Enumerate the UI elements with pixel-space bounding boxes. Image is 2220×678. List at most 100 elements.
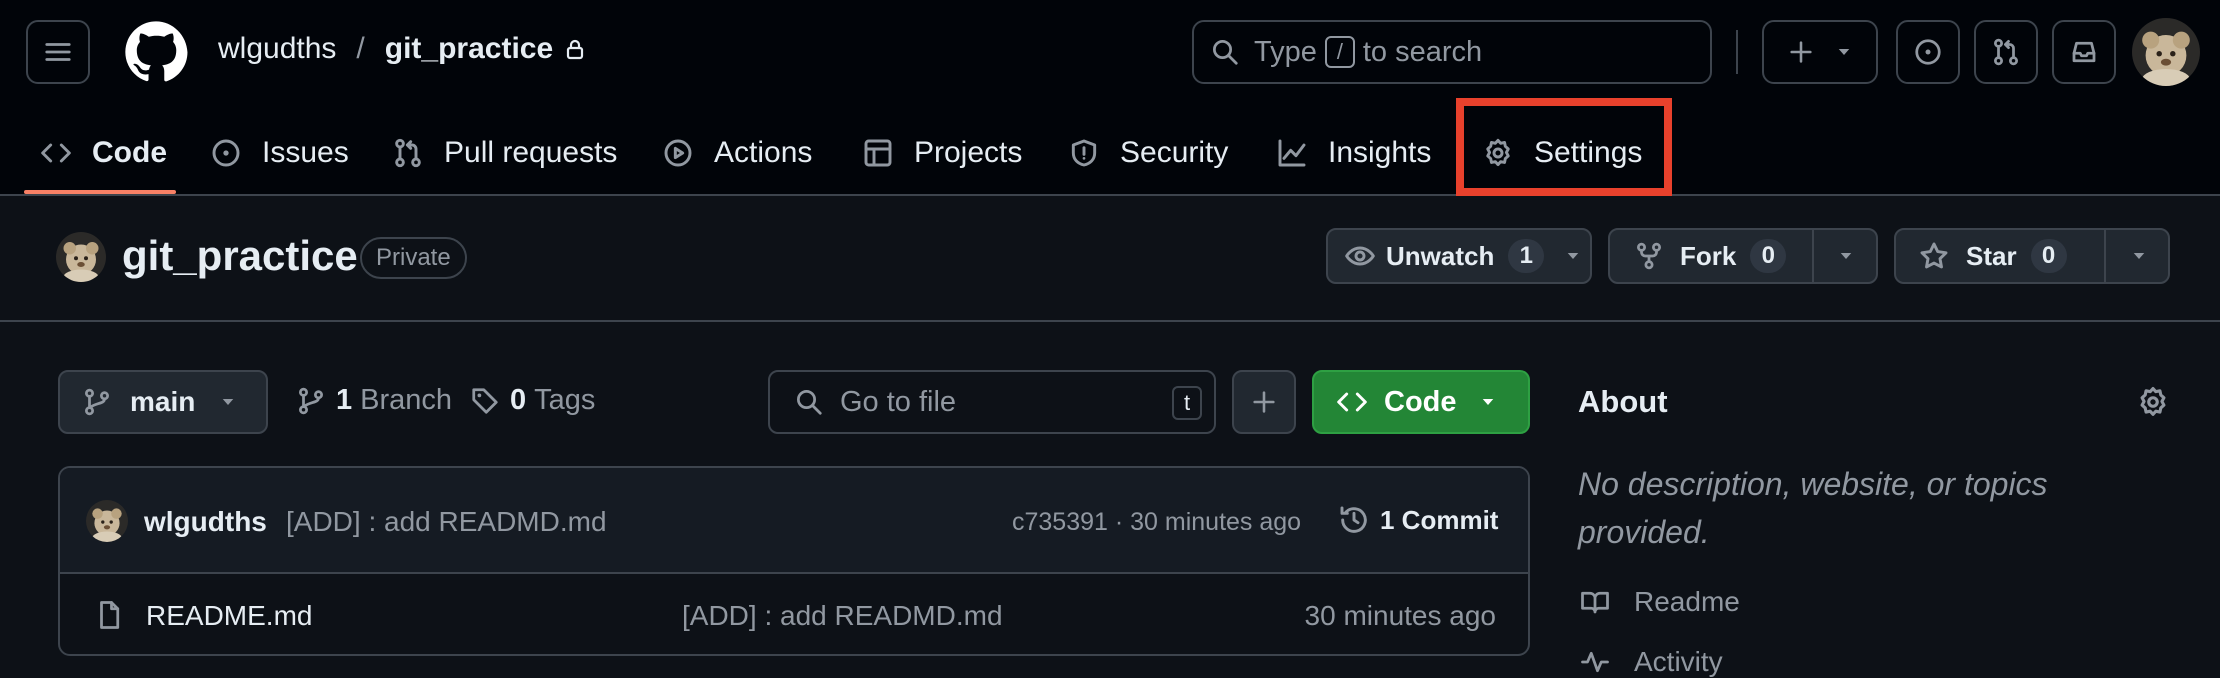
tab-pull-requests[interactable]: Pull requests <box>392 110 617 196</box>
go-to-file-input[interactable]: Go to file t <box>768 370 1216 434</box>
pulse-icon <box>1581 651 1609 673</box>
file-table: wlgudths [ADD] : add READMD.md c735391 ·… <box>58 466 1530 656</box>
commit-hash-time[interactable]: c735391 · 30 minutes ago <box>1012 508 1301 537</box>
issue-icon <box>212 139 240 167</box>
tab-label: Issues <box>262 136 349 169</box>
add-file-button[interactable] <box>1232 370 1296 434</box>
commit-author[interactable]: wlgudths <box>144 506 267 538</box>
caret-down-icon <box>1568 253 1579 259</box>
global-header: wlgudths / git_practice Type / to search… <box>0 0 2220 196</box>
graph-icon <box>1278 139 1306 167</box>
search-type-label: Type <box>1254 35 1317 68</box>
caret-down-icon[interactable] <box>1837 247 1855 265</box>
inbox-icon <box>2072 41 2096 63</box>
menu-button[interactable] <box>26 20 90 84</box>
tab-label: Security <box>1120 136 1229 169</box>
github-logo-icon[interactable] <box>124 20 188 84</box>
issues-button[interactable] <box>1896 20 1960 84</box>
go-to-file-placeholder: Go to file <box>840 385 957 418</box>
fork-icon <box>1637 242 1661 270</box>
book-icon <box>1581 591 1609 614</box>
hamburger-icon <box>45 43 71 61</box>
search-icon <box>1213 40 1238 65</box>
branch-label: Branch <box>360 384 453 416</box>
tab-actions[interactable]: Actions <box>662 110 812 196</box>
repo-title[interactable]: git_practice <box>122 232 358 280</box>
pull-request-icon <box>395 138 421 168</box>
about-description: No description, website, or topics provi… <box>1578 466 2048 550</box>
tab-label: Pull requests <box>444 136 618 169</box>
caret-down-icon[interactable] <box>2130 247 2148 265</box>
star-button[interactable]: Star 0 <box>1894 228 2170 284</box>
inbox-button[interactable] <box>2052 20 2116 84</box>
star-icon <box>1920 242 1948 269</box>
file-commit-time: 30 minutes ago <box>1304 600 1496 631</box>
search-input[interactable]: Type / to search <box>1192 20 1712 84</box>
search-shortcut-key: / <box>1324 36 1355 68</box>
watch-count: 1 <box>1508 239 1545 273</box>
settings-highlight-box <box>1456 98 1672 196</box>
repo-link[interactable]: git_practice <box>385 32 553 66</box>
unwatch-button[interactable]: Unwatch 1 <box>1326 228 1592 284</box>
plus-icon <box>1790 41 1812 63</box>
fork-button[interactable]: Fork 0 <box>1608 228 1878 284</box>
tab-label: Actions <box>714 136 813 169</box>
code-icon <box>41 143 71 163</box>
code-dropdown-button[interactable]: Code <box>1312 370 1530 434</box>
branch-count: 1 <box>336 384 353 416</box>
user-avatar[interactable] <box>2132 18 2200 86</box>
branch-selector[interactable]: main <box>58 370 268 434</box>
table-row[interactable]: README.md [ADD] : add READMD.md 30 minut… <box>60 574 1528 654</box>
branch-name: main <box>130 386 196 417</box>
table-icon <box>864 139 892 167</box>
tab-code[interactable]: Code <box>40 110 167 196</box>
lock-icon <box>567 39 584 60</box>
commit-count-label: 1 Commit <box>1380 504 1499 535</box>
tab-projects[interactable]: Projects <box>862 110 1022 196</box>
go-to-file-shortcut: t <box>1172 386 1202 420</box>
tag-count: 0 <box>510 384 527 416</box>
owner-link[interactable]: wlgudths <box>218 32 336 66</box>
history-icon <box>1340 506 1367 533</box>
search-suffix: to search <box>1362 35 1483 68</box>
tab-insights[interactable]: Insights <box>1276 110 1431 196</box>
activity-link[interactable]: Activity <box>1578 646 1723 678</box>
about-heading: About <box>1578 384 1668 419</box>
repo-nav: Code Issues Pull requests Actions Projec… <box>0 110 2220 196</box>
branch-icon <box>299 387 323 414</box>
commit-author-avatar[interactable] <box>86 500 128 542</box>
create-new-button[interactable] <box>1762 20 1878 84</box>
tag-icon <box>472 387 498 414</box>
code-icon <box>1337 392 1367 412</box>
tab-label: Code <box>92 136 167 169</box>
pull-requests-button[interactable] <box>1974 20 2038 84</box>
commit-history-link[interactable]: 1 Commit <box>1338 504 1498 536</box>
tab-issues[interactable]: Issues <box>210 110 349 196</box>
gear-icon[interactable] <box>2136 385 2170 419</box>
activity-label: Activity <box>1634 646 1723 677</box>
breadcrumb-separator: / <box>356 32 365 65</box>
active-tab-underline <box>24 190 176 194</box>
file-commit-message[interactable]: [ADD] : add READMD.md <box>682 600 1003 632</box>
file-name[interactable]: README.md <box>146 600 312 632</box>
visibility-badge: Private <box>360 237 467 279</box>
tab-label: Projects <box>914 136 1023 169</box>
repo-owner-avatar <box>56 232 106 282</box>
eye-icon <box>1345 246 1375 266</box>
tag-label: Tags <box>534 384 596 416</box>
branches-link[interactable]: 1 Branch <box>296 384 452 417</box>
caret-down-icon <box>223 399 234 405</box>
tab-label: Insights <box>1328 136 1432 169</box>
readme-label: Readme <box>1634 586 1740 617</box>
plus-icon <box>1253 391 1275 413</box>
branch-icon <box>85 388 109 416</box>
commit-message[interactable]: [ADD] : add READMD.md <box>286 506 607 538</box>
fork-count: 0 <box>1750 239 1787 273</box>
fork-split-divider <box>1812 230 1814 282</box>
tab-security[interactable]: Security <box>1068 110 1228 196</box>
readme-link[interactable]: Readme <box>1578 586 1740 618</box>
latest-commit-row: wlgudths [ADD] : add READMD.md c735391 ·… <box>60 468 1528 574</box>
caret-down-icon <box>1482 399 1493 405</box>
tags-link[interactable]: 0 Tags <box>470 384 595 417</box>
fork-label: Fork <box>1680 240 1737 271</box>
